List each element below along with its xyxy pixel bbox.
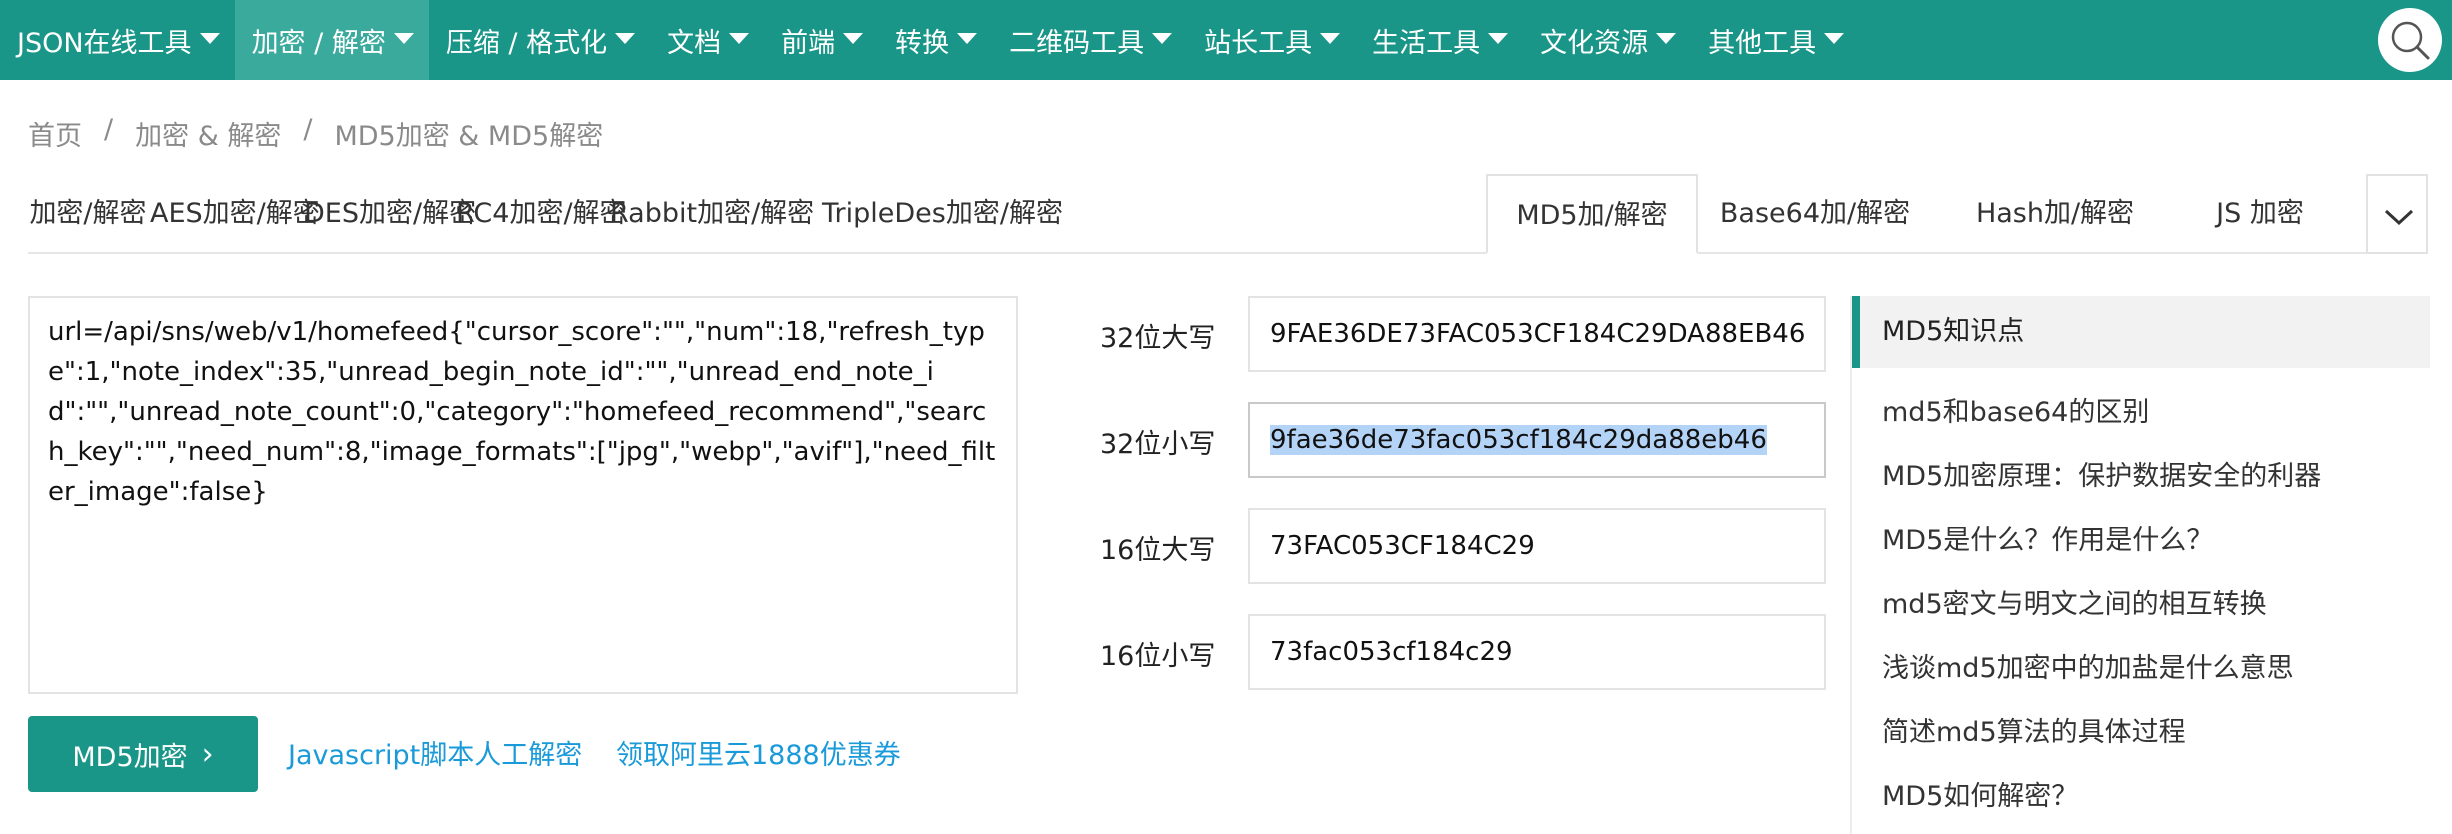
breadcrumb-current: MD5加密 & MD5解密: [334, 121, 604, 152]
nav-item-compress[interactable]: 压缩 / 格式化: [429, 0, 650, 80]
sidebar-link[interactable]: MD5如何解密？: [1882, 774, 2078, 813]
result-16-lower[interactable]: 73fac053cf184c29: [1248, 614, 1826, 690]
selected-text: 9fae36de73fac053cf184c29da88eb46: [1270, 425, 1767, 455]
caret-down-icon: [199, 32, 220, 44]
breadcrumb-home[interactable]: 首页: [28, 114, 82, 153]
tab-md5[interactable]: MD5加/解密: [1486, 174, 1698, 254]
js-decrypt-link[interactable]: Javascript脚本人工解密: [288, 733, 582, 772]
caret-down-icon: [393, 32, 414, 44]
nav-item-frontend[interactable]: 前端: [764, 0, 878, 80]
nav-item-convert[interactable]: 转换: [878, 0, 992, 80]
md5-encrypt-button[interactable]: MD5加密 ›: [28, 716, 258, 792]
nav-item-json-tools[interactable]: JSON在线工具: [0, 0, 235, 80]
nav-item-life[interactable]: 生活工具: [1355, 0, 1523, 80]
sidebar-link[interactable]: 简述md5算法的具体过程: [1882, 710, 2186, 749]
result-label-16-lower: 16位小写: [1100, 641, 1216, 672]
caret-down-icon: [1656, 32, 1677, 44]
caret-down-icon: [615, 32, 636, 44]
search-button[interactable]: [2378, 8, 2442, 72]
chevron-right-icon: ›: [201, 736, 214, 772]
plaintext-input[interactable]: url=/api/sns/web/v1/homefeed{"cursor_sco…: [28, 296, 1018, 694]
nav-item-other[interactable]: 其他工具: [1691, 0, 1859, 80]
result-32-upper[interactable]: 9FAE36DE73FAC053CF184C29DA88EB46: [1248, 296, 1826, 372]
sidebar-link[interactable]: md5密文与明文之间的相互转换: [1882, 582, 2267, 621]
result-label-32-upper: 32位大写: [1100, 323, 1216, 354]
tab-hash[interactable]: Hash加/解密: [1940, 174, 2170, 254]
nav-item-webmaster[interactable]: 站长工具: [1187, 0, 1355, 80]
tab-rabbit[interactable]: Rabbit加密/解密: [610, 174, 814, 254]
tab-js[interactable]: JS 加密: [2180, 174, 2340, 254]
caret-down-icon: [729, 32, 750, 44]
caret-down-icon: [1488, 32, 1509, 44]
tab-aes[interactable]: AES加密/解密: [150, 174, 320, 254]
nav-item-qrcode[interactable]: 二维码工具: [992, 0, 1187, 80]
caret-down-icon: [1320, 32, 1341, 44]
nav-item-docs[interactable]: 文档: [650, 0, 764, 80]
caret-down-icon: [843, 32, 864, 44]
sidebar-title: MD5知识点: [1852, 296, 2430, 368]
tab-encrypt[interactable]: 加密/解密: [28, 174, 148, 254]
sidebar-link[interactable]: md5和base64的区别: [1882, 390, 2149, 429]
breadcrumb-separator: /: [104, 114, 114, 145]
breadcrumb: 首页 / 加密 & 解密 / MD5加密 & MD5解密: [28, 114, 603, 153]
result-16-upper[interactable]: 73FAC053CF184C29: [1248, 508, 1826, 584]
md5-encrypt-label: MD5加密: [72, 741, 188, 773]
top-nav: JSON在线工具 加密 / 解密 压缩 / 格式化 文档 前端 转换 二维码工具…: [0, 0, 2452, 80]
breadcrumb-encrypt[interactable]: 加密 & 解密: [135, 114, 281, 153]
breadcrumb-separator: /: [303, 114, 313, 145]
result-32-lower[interactable]: 9fae36de73fac053cf184c29da88eb46: [1248, 402, 1826, 478]
caret-down-icon: [1824, 32, 1845, 44]
chevron-down-icon: [2384, 209, 2414, 226]
caret-down-icon: [1152, 32, 1173, 44]
sidebar-link[interactable]: MD5是什么？作用是什么？: [1882, 518, 2213, 557]
caret-down-icon: [957, 32, 978, 44]
tab-tripledes[interactable]: TripleDes加密/解密: [822, 174, 1063, 254]
tab-base64[interactable]: Base64加/解密: [1710, 174, 1920, 254]
nav-item-culture[interactable]: 文化资源: [1523, 0, 1691, 80]
result-label-16-upper: 16位大写: [1100, 535, 1216, 566]
sidebar-link[interactable]: 浅谈md5加密中的加盐是什么意思: [1882, 646, 2294, 685]
md5-knowledge-sidebar: MD5知识点 md5和base64的区别 MD5加密原理：保护数据安全的利器 M…: [1850, 296, 2430, 834]
aliyun-coupon-link[interactable]: 领取阿里云1888优惠券: [616, 733, 901, 772]
nav-item-encrypt[interactable]: 加密 / 解密: [234, 0, 429, 80]
search-icon: [2391, 21, 2430, 60]
tab-rc4[interactable]: RC4加密/解密: [456, 174, 627, 254]
result-label-32-lower: 32位小写: [1100, 429, 1216, 460]
tabs-more-button[interactable]: [2366, 174, 2428, 254]
sidebar-link[interactable]: MD5加密原理：保护数据安全的利器: [1882, 454, 2321, 493]
tab-des[interactable]: DES加密/解密: [304, 174, 476, 254]
